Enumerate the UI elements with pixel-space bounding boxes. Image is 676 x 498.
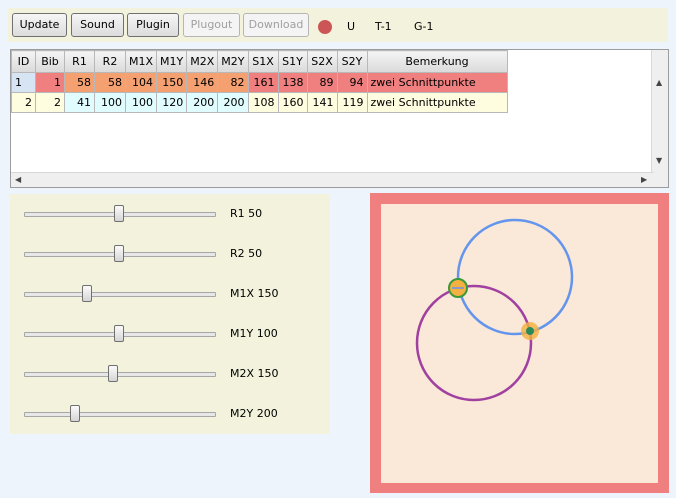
update-button[interactable]: Update bbox=[12, 13, 67, 37]
cell-bemerkung[interactable]: zwei Schnittpunkte bbox=[366, 72, 508, 93]
slider-m2x[interactable]: M2X 150 bbox=[24, 364, 324, 384]
cell-s2x[interactable]: 89 bbox=[306, 72, 338, 93]
column-header-r1[interactable]: R1 bbox=[64, 50, 95, 73]
cell-s2y[interactable]: 119 bbox=[336, 92, 368, 113]
cell-bib[interactable]: 1 bbox=[35, 72, 65, 93]
slider-track[interactable] bbox=[24, 372, 216, 377]
slider-track[interactable] bbox=[24, 292, 216, 297]
cell-m1x[interactable]: 104 bbox=[124, 72, 158, 93]
slider-track[interactable] bbox=[24, 412, 216, 417]
cell-bib[interactable]: 2 bbox=[35, 92, 65, 113]
slider-label-m2y: M2Y 200 bbox=[230, 407, 278, 420]
slider-m1y[interactable]: M1Y 100 bbox=[24, 324, 324, 344]
cell-m1x[interactable]: 100 bbox=[124, 92, 158, 113]
column-header-bemerkung[interactable]: Bemerkung bbox=[366, 50, 508, 73]
cell-r2[interactable]: 58 bbox=[94, 72, 126, 93]
toolbar: Update Sound Plugin Plugout Download U T… bbox=[8, 8, 668, 42]
cell-m2x[interactable]: 146 bbox=[186, 72, 219, 93]
cell-id[interactable]: 2 bbox=[11, 92, 36, 113]
slider-m1x[interactable]: M1X 150 bbox=[24, 284, 324, 304]
scroll-down-icon[interactable]: ▼ bbox=[656, 156, 662, 165]
column-header-s2x[interactable]: S2X bbox=[306, 50, 338, 73]
slider-thumb[interactable] bbox=[108, 365, 118, 382]
table-row[interactable]: 1 1 58 58 104 150 146 82 161 138 89 94 z… bbox=[11, 72, 508, 93]
status-g: G-1 bbox=[414, 20, 434, 33]
status-u: U bbox=[347, 20, 356, 33]
scrollbar-corner bbox=[652, 173, 668, 187]
slider-label-m1y: M1Y 100 bbox=[230, 327, 278, 340]
drawing-canvas-frame bbox=[370, 193, 669, 493]
cell-r2[interactable]: 100 bbox=[94, 92, 126, 113]
column-header-m1y[interactable]: M1Y bbox=[156, 50, 188, 73]
vertical-scrollbar[interactable]: ▲ ▼ bbox=[651, 50, 668, 174]
intersection-marker-2 bbox=[526, 327, 534, 335]
slider-thumb[interactable] bbox=[70, 405, 80, 422]
column-header-r2[interactable]: R2 bbox=[94, 50, 126, 73]
slider-thumb[interactable] bbox=[114, 245, 124, 262]
cell-bemerkung[interactable]: zwei Schnittpunkte bbox=[366, 92, 508, 113]
column-header-id[interactable]: ID bbox=[11, 50, 36, 73]
cell-m2y[interactable]: 200 bbox=[217, 92, 249, 113]
cell-id[interactable]: 1 bbox=[11, 72, 36, 93]
slider-m2y[interactable]: M2Y 200 bbox=[24, 404, 324, 424]
table-row[interactable]: 2 2 41 100 100 120 200 200 108 160 141 1… bbox=[11, 92, 508, 113]
column-header-m2x[interactable]: M2X bbox=[186, 50, 219, 73]
cell-s1y[interactable]: 160 bbox=[277, 92, 308, 113]
cell-s1y[interactable]: 138 bbox=[277, 72, 308, 93]
column-header-bib[interactable]: Bib bbox=[35, 50, 65, 73]
cell-s2x[interactable]: 141 bbox=[306, 92, 338, 113]
slider-label-r1: R1 50 bbox=[230, 207, 263, 220]
status-indicator bbox=[318, 20, 332, 34]
horizontal-scrollbar[interactable]: ◀ ▶ bbox=[11, 172, 654, 187]
slider-label-r2: R2 50 bbox=[230, 247, 263, 260]
table-header-row: ID Bib R1 R2 M1X M1Y M2X M2Y S1X S1Y S2X… bbox=[11, 50, 508, 73]
sound-button[interactable]: Sound bbox=[71, 13, 124, 37]
drawing-canvas[interactable] bbox=[370, 193, 669, 493]
column-header-s1y[interactable]: S1Y bbox=[277, 50, 308, 73]
slider-thumb[interactable] bbox=[114, 325, 124, 342]
results-table: ID Bib R1 R2 M1X M1Y M2X M2Y S1X S1Y S2X… bbox=[11, 50, 508, 113]
cell-m2x[interactable]: 200 bbox=[186, 92, 219, 113]
plugout-button[interactable]: Plugout bbox=[183, 13, 240, 37]
column-header-m2y[interactable]: M2Y bbox=[217, 50, 249, 73]
cell-r1[interactable]: 58 bbox=[64, 72, 95, 93]
column-header-m1x[interactable]: M1X bbox=[124, 50, 158, 73]
cell-r1[interactable]: 41 bbox=[64, 92, 95, 113]
column-header-s1x[interactable]: S1X bbox=[247, 50, 279, 73]
slider-r1[interactable]: R1 50 bbox=[24, 204, 324, 224]
results-grid[interactable]: ID Bib R1 R2 M1X M1Y M2X M2Y S1X S1Y S2X… bbox=[10, 49, 669, 188]
status-t: T-1 bbox=[375, 20, 392, 33]
canvas-background bbox=[381, 204, 658, 483]
cell-s1x[interactable]: 161 bbox=[247, 72, 279, 93]
cell-m1y[interactable]: 150 bbox=[156, 72, 188, 93]
cell-s1x[interactable]: 108 bbox=[247, 92, 279, 113]
scroll-right-icon[interactable]: ▶ bbox=[641, 175, 647, 184]
scroll-left-icon[interactable]: ◀ bbox=[15, 175, 21, 184]
cell-m2y[interactable]: 82 bbox=[217, 72, 249, 93]
slider-r2[interactable]: R2 50 bbox=[24, 244, 324, 264]
slider-label-m1x: M1X 150 bbox=[230, 287, 279, 300]
column-header-s2y[interactable]: S2Y bbox=[336, 50, 368, 73]
download-button[interactable]: Download bbox=[243, 13, 309, 37]
cell-m1y[interactable]: 120 bbox=[156, 92, 188, 113]
scroll-up-icon[interactable]: ▲ bbox=[656, 78, 662, 87]
cell-s2y[interactable]: 94 bbox=[336, 72, 368, 93]
slider-thumb[interactable] bbox=[114, 205, 124, 222]
plugin-button[interactable]: Plugin bbox=[127, 13, 179, 37]
slider-label-m2x: M2X 150 bbox=[230, 367, 279, 380]
slider-thumb[interactable] bbox=[82, 285, 92, 302]
slider-panel: R1 50 R2 50 M1X 150 M1Y 100 M2X 150 M2Y … bbox=[10, 194, 330, 434]
